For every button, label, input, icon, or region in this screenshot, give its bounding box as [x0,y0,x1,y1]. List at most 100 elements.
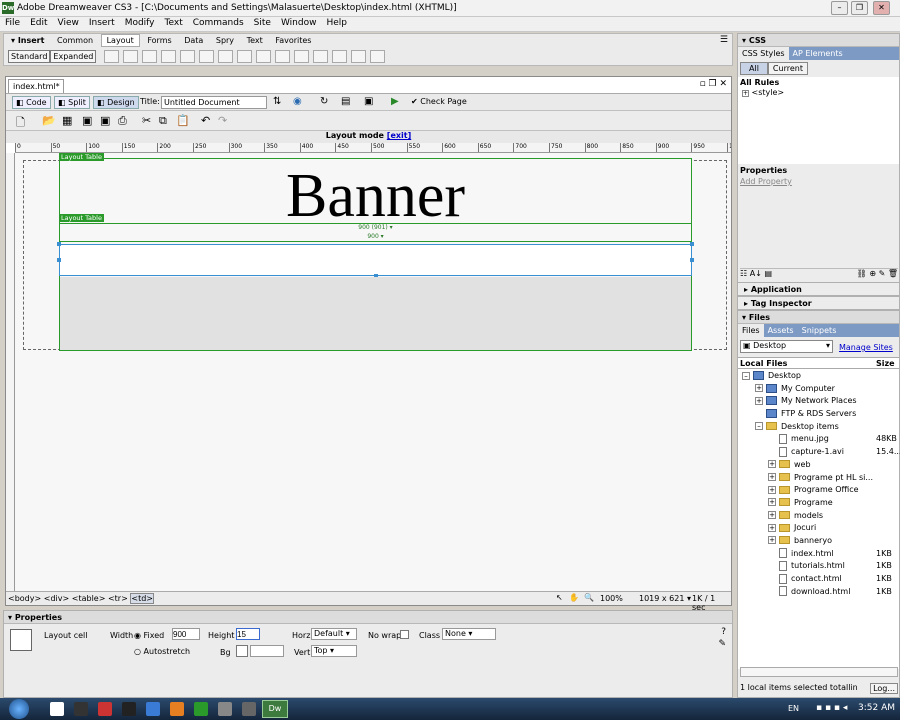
width-input[interactable] [172,628,200,640]
file-management-icon[interactable]: ⇅ [273,96,281,107]
frames-icon[interactable] [332,50,348,63]
dreamweaver-taskbar-button[interactable]: Dw [262,700,288,718]
tag-td[interactable]: <td> [130,593,154,604]
layout-table-tab[interactable]: Layout Table [59,153,104,161]
save-icon[interactable]: ▣ [82,114,92,127]
file-tree-item[interactable]: index.html 1KB [738,548,899,561]
expand-icon[interactable]: + [768,523,776,532]
file-tree-item[interactable]: + Programe [738,497,899,510]
category-view-icon[interactable]: ☷ [740,269,747,278]
spry-menu-icon[interactable] [351,50,367,63]
menu-help[interactable]: Help [321,17,352,29]
tab-files[interactable]: Files [738,324,764,337]
document-window-controls[interactable]: ▫ ❐ ✕ [700,79,727,89]
style-rule[interactable]: <style> [752,88,785,97]
file-tree-item[interactable]: + banneryo [738,535,899,548]
standard-table-icon[interactable] [218,50,234,63]
layout-table-tab-inner[interactable]: Layout Table [59,214,104,222]
app-gray-icon[interactable] [218,702,232,716]
app-red-icon[interactable] [98,702,112,716]
start-button[interactable] [9,699,29,719]
file-tree-item[interactable]: tutorials.html 1KB [738,560,899,573]
ie-icon[interactable] [146,702,160,716]
view-options-icon[interactable]: ▤ [341,96,350,107]
iframe-icon[interactable] [313,50,329,63]
exit-layout-mode-link[interactable]: [exit] [387,131,411,140]
tag-body[interactable]: <body> [8,594,41,603]
tab-snippets[interactable]: Snippets [797,324,841,337]
css-footer-actions-icon[interactable]: ⛓ ⊕ ✎ 🗑 [857,269,898,278]
minimize-button[interactable]: – [831,1,848,15]
size-column[interactable]: Size [876,359,895,368]
expand-icon[interactable]: + [768,473,776,481]
file-tree-item[interactable]: contact.html 1KB [738,573,899,586]
site-select[interactable]: ▣ Desktop ▾ [740,340,833,353]
file-tree-item[interactable]: menu.jpg 48KB [738,433,899,446]
expand-icon[interactable]: + [768,536,776,545]
properties-header[interactable]: ▾ Properties [4,611,732,624]
refresh-icon[interactable]: ↻ [320,96,328,107]
acrobat-icon[interactable] [50,702,64,716]
files-panel-header[interactable]: ▾ Files [738,311,899,324]
current-button[interactable]: Current [767,62,808,75]
app-green-icon[interactable] [194,702,208,716]
expanded-mode-button[interactable]: Expanded [50,50,97,63]
expand-icon[interactable]: + [768,511,776,520]
hand-tool-icon[interactable]: ✋ [569,593,579,602]
redo-icon[interactable]: ↷ [218,114,227,127]
visual-aids-icon[interactable]: ▣ [364,96,373,107]
insert-div-icon[interactable] [161,50,177,63]
menu-view[interactable]: View [53,17,84,29]
validate-markup-icon[interactable]: ▶ [391,96,399,107]
file-tree-item[interactable]: + My Computer [738,383,899,396]
log-button[interactable]: Log... [870,683,898,694]
draw-layout-div-icon[interactable] [123,50,139,63]
css-panel-header[interactable]: ▾ CSS [738,34,899,47]
tag-tr[interactable]: <tr> [108,594,128,603]
insert-panel-title[interactable]: ▾ Insert [6,35,49,46]
tab-layout[interactable]: Layout [100,34,140,47]
all-button[interactable]: All [740,62,768,75]
document-tab[interactable]: index.html* [8,79,64,93]
insert-row-above-icon[interactable] [237,50,253,63]
panel-options-icon[interactable]: ☰ [720,35,728,45]
menu-file[interactable]: File [0,17,25,29]
file-tree-item[interactable]: + Programe pt HL si... [738,472,899,485]
tag-inspector-panel[interactable]: ▸ Tag Inspector [737,296,900,310]
nowrap-checkbox[interactable] [400,630,409,639]
language-indicator[interactable]: EN [788,704,799,713]
expand-icon[interactable]: – [755,422,763,431]
file-tree-item[interactable]: capture-1.avi 15.4... [738,446,900,459]
check-page-button[interactable]: ✔ Check Page [411,97,467,106]
firefox-icon[interactable] [170,702,184,716]
vert-select[interactable]: Top ▾ [311,645,357,657]
tag-table[interactable]: <table> [72,594,106,603]
tab-common[interactable]: Common [52,35,98,46]
expand-icon[interactable]: – [742,371,750,380]
local-files-column[interactable]: Local Files [740,359,787,368]
tag-div[interactable]: <div> [44,594,69,603]
menu-text[interactable]: Text [160,17,188,29]
file-tree-item[interactable]: + Jocuri [738,522,899,535]
menu-modify[interactable]: Modify [120,17,160,29]
quick-tag-editor-icon[interactable]: ✎ [718,639,726,649]
column-width-label[interactable]: 900 ▾ [59,233,692,240]
insert-column-left-icon[interactable] [275,50,291,63]
height-input[interactable] [236,628,260,640]
application-panel[interactable]: ▸ Application [737,282,900,296]
tab-text[interactable]: Text [242,35,268,46]
app-dark-icon[interactable] [242,702,256,716]
browse-bridge-icon[interactable]: ▦ [62,114,72,127]
window-size[interactable]: 1019 x 621 ▾ [639,594,691,603]
file-tree-item[interactable]: – Desktop [738,370,899,383]
split-view-button[interactable]: ◧ Split [54,96,90,109]
file-tree-item[interactable]: + Programe Office [738,484,899,497]
selected-layout-cell[interactable] [57,242,694,278]
page-title-input[interactable] [161,96,267,109]
file-tree-item[interactable]: FTP & RDS Servers [738,408,899,421]
media-icon[interactable] [74,702,88,716]
save-all-icon[interactable]: ▣ [100,114,110,127]
tab-spry[interactable]: Spry [211,35,239,46]
file-tree-item[interactable]: + My Network Places [738,395,899,408]
insert-row-below-icon[interactable] [256,50,272,63]
